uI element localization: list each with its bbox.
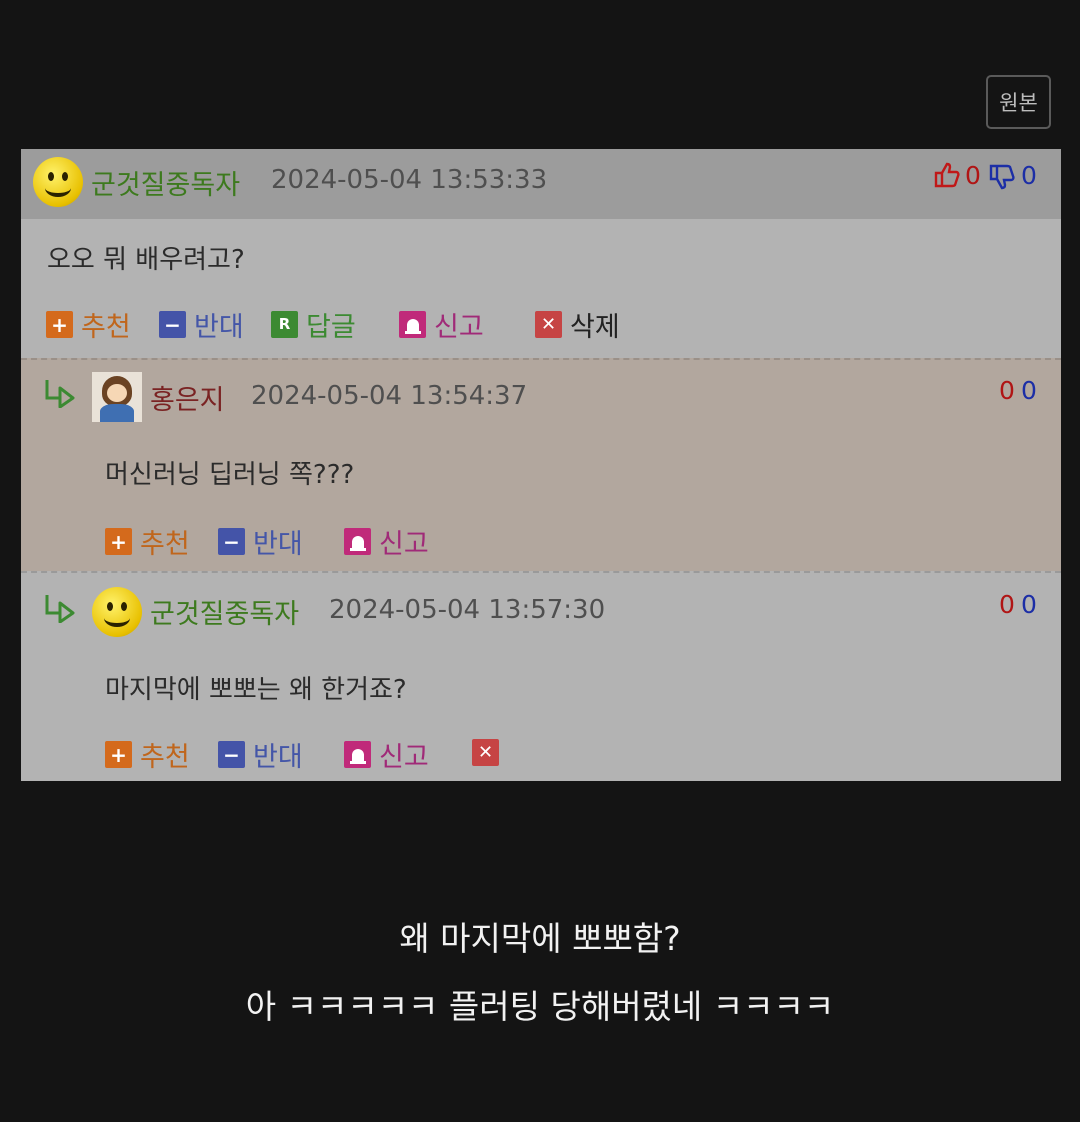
report-button[interactable]: 신고 (344, 522, 429, 561)
oppose-button[interactable]: − 반대 (218, 735, 303, 774)
comment-1-content: 오오 뭐 배우려고? (47, 245, 245, 275)
comment-2: 홍은지 2024-05-04 13:54:37 0 0 머신러닝 딥러닝 쪽??… (21, 358, 1061, 571)
comment-2-nickname[interactable]: 홍은지 (150, 378, 225, 417)
report-button[interactable]: 신고 (399, 305, 484, 344)
comment-1-body: 오오 뭐 배우려고? + 추천 − 반대 R 답글 신고 ✕ 삭제 (21, 219, 1061, 358)
plus-icon: + (46, 311, 73, 338)
comment-1-header: 군것질중독자 2024-05-04 13:53:33 0 0 (21, 149, 1061, 219)
caption-line-2: 아 ㅋㅋㅋㅋㅋ 플러팅 당해버렸네 ㅋㅋㅋㅋ (245, 987, 835, 1026)
delete-button[interactable]: ✕ 삭제 (535, 305, 620, 344)
close-icon: ✕ (535, 311, 562, 338)
delete-button[interactable]: ✕ (472, 739, 499, 766)
comment-2-down-count: 0 (1021, 376, 1037, 405)
close-icon: ✕ (472, 739, 499, 766)
recommend-button[interactable]: + 추천 (105, 522, 190, 561)
user-avatar-icon (92, 372, 142, 422)
smiley-avatar-icon (33, 157, 83, 207)
comment-2-up-count: 0 (999, 376, 1015, 405)
plus-icon: + (105, 528, 132, 555)
reply-arrow-icon (45, 595, 75, 623)
comment-3: 군것질중독자 2024-05-04 13:57:30 0 0 마지막에 뽀뽀는 … (21, 571, 1061, 781)
original-button[interactable]: 원본 (986, 75, 1051, 129)
reply-arrow-icon (45, 380, 75, 408)
thumbs-down-icon[interactable] (988, 163, 1016, 195)
recommend-button[interactable]: + 추천 (46, 305, 131, 344)
comment-3-down-count: 0 (1021, 590, 1037, 619)
thumbs-up-icon[interactable] (933, 161, 961, 193)
comment-3-up-count: 0 (999, 590, 1015, 619)
comment-1-down-count: 0 (1021, 161, 1037, 190)
minus-icon: − (159, 311, 186, 338)
minus-icon: − (218, 741, 245, 768)
comment-2-datetime: 2024-05-04 13:54:37 (251, 381, 528, 411)
comment-3-datetime: 2024-05-04 13:57:30 (329, 595, 606, 625)
smiley-avatar-icon (92, 587, 142, 637)
recommend-button[interactable]: + 추천 (105, 735, 190, 774)
plus-icon: + (105, 741, 132, 768)
comment-1-nickname[interactable]: 군것질중독자 (91, 163, 240, 202)
comment-3-content: 마지막에 뽀뽀는 왜 한거죠? (105, 675, 407, 705)
siren-icon (399, 311, 426, 338)
siren-icon (344, 741, 371, 768)
reply-r-icon: R (271, 311, 298, 338)
minus-icon: − (218, 528, 245, 555)
comment-3-nickname[interactable]: 군것질중독자 (150, 592, 299, 631)
report-button[interactable]: 신고 (344, 735, 429, 774)
oppose-button[interactable]: − 반대 (159, 305, 244, 344)
reply-button[interactable]: R 답글 (271, 305, 356, 344)
caption-line-1: 왜 마지막에 뽀뽀함? (399, 919, 681, 958)
comment-2-content: 머신러닝 딥러닝 쪽??? (105, 460, 355, 490)
siren-icon (344, 528, 371, 555)
oppose-button[interactable]: − 반대 (218, 522, 303, 561)
comment-1-up-count: 0 (965, 161, 981, 190)
comment-1-datetime: 2024-05-04 13:53:33 (271, 165, 548, 195)
